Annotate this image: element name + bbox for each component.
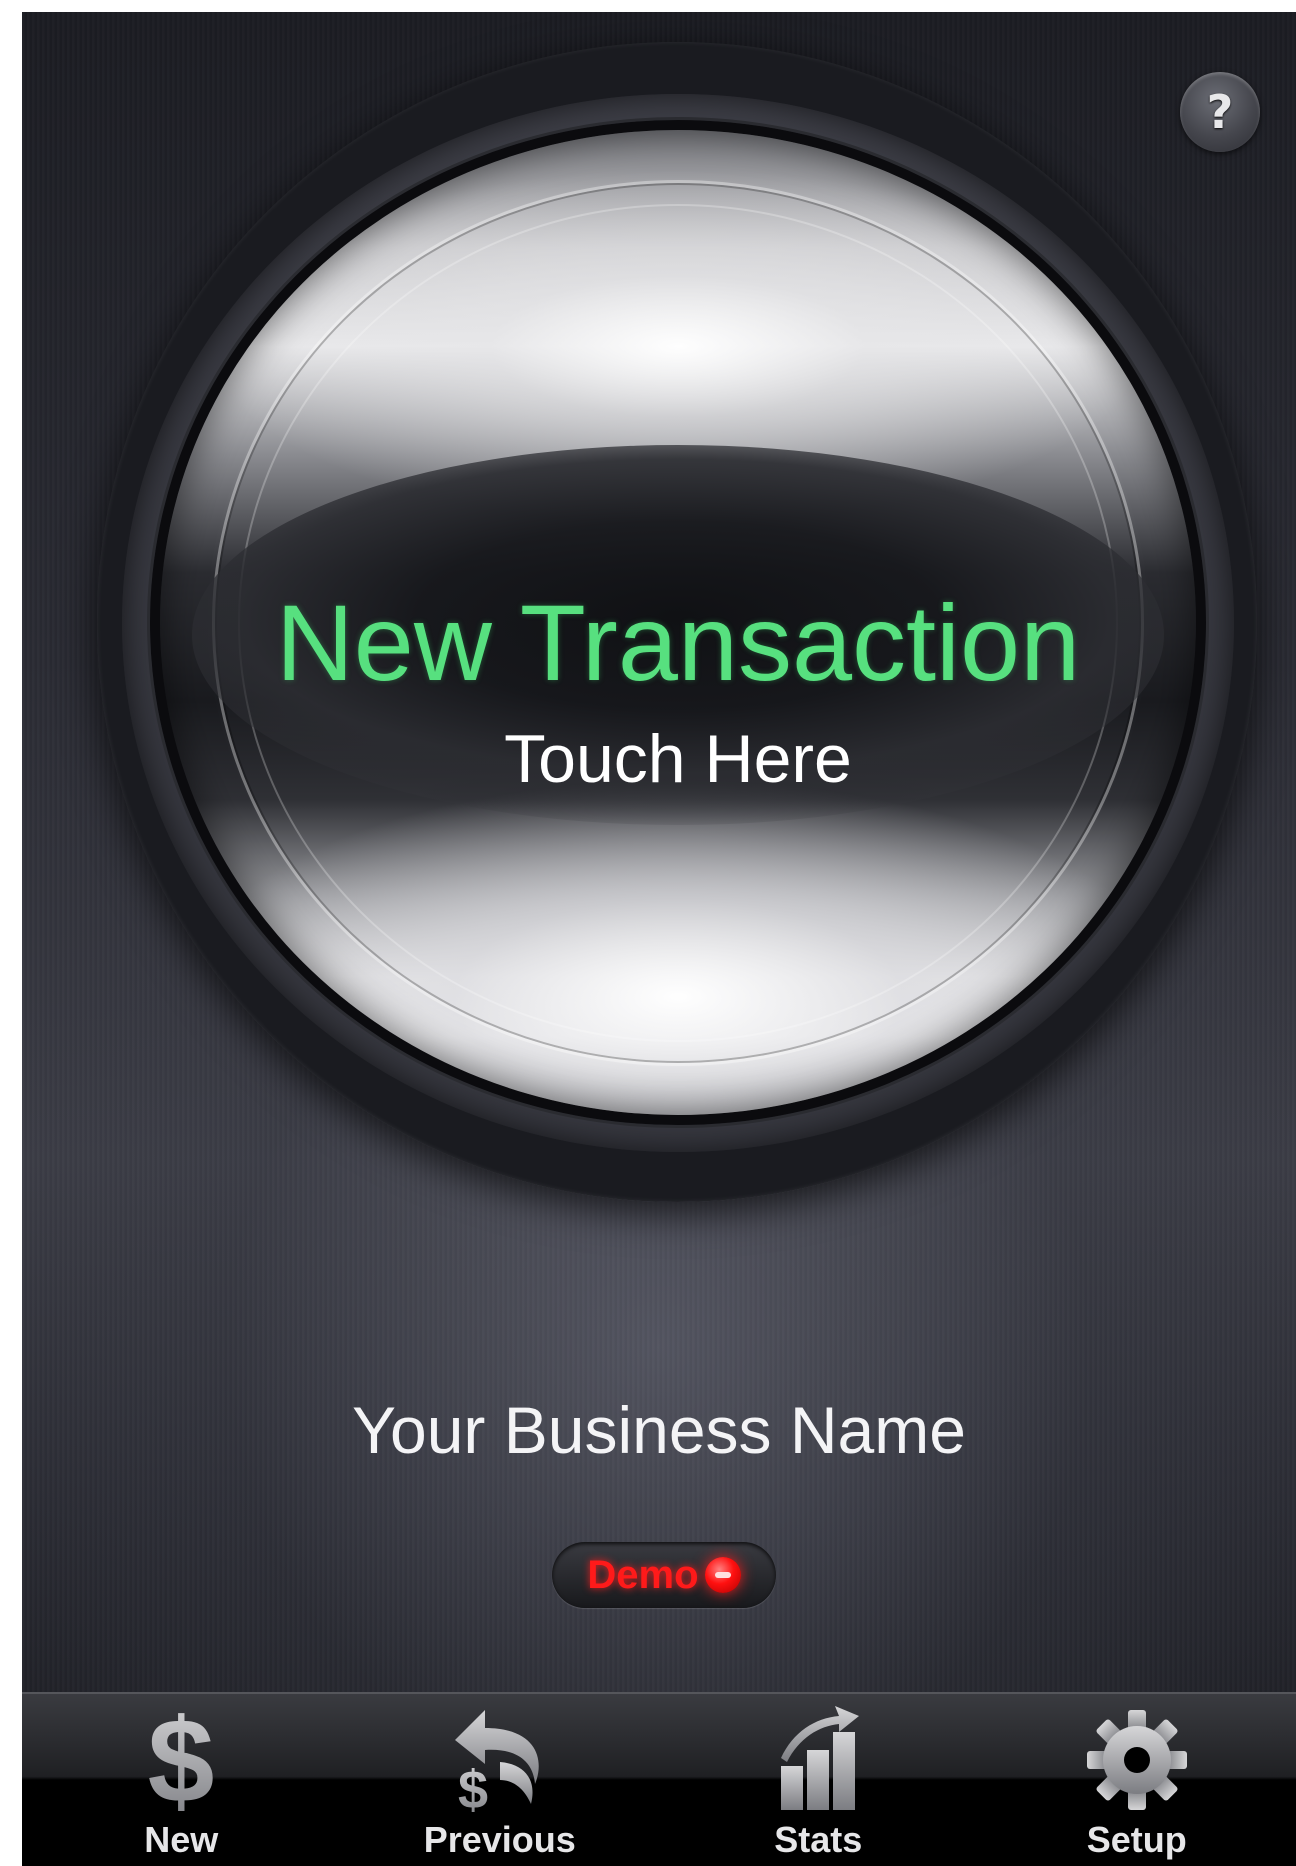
tab-setup[interactable]: Setup: [978, 1694, 1296, 1866]
new-transaction-button[interactable]: New Transaction Touch Here: [150, 120, 1206, 1125]
bar-chart-icon: [781, 1706, 860, 1810]
demo-indicator-icon: [704, 1557, 741, 1593]
screen: ? New Transaction Touch Here Your Busine…: [0, 0, 1296, 1866]
tab-bar: $ New $ Previous Stats Setup: [22, 1692, 1296, 1866]
help-icon: ?: [1206, 85, 1234, 139]
demo-label: Demo: [587, 1552, 699, 1597]
tab-stats[interactable]: Stats: [659, 1694, 978, 1866]
tab-new[interactable]: $ New: [22, 1694, 341, 1866]
help-button[interactable]: ?: [1180, 72, 1260, 152]
tab-label: Previous: [423, 1819, 576, 1860]
svg-text:$: $: [458, 1760, 488, 1812]
dollar-icon: $: [148, 1702, 215, 1812]
tab-previous[interactable]: $ Previous: [341, 1694, 660, 1866]
tab-label: Setup: [1086, 1819, 1187, 1860]
business-name: Your Business Name: [352, 1393, 966, 1467]
gear-icon: [1086, 1710, 1187, 1810]
undo-dollar-icon: $: [454, 1710, 539, 1812]
tab-label: New: [144, 1819, 219, 1860]
app-main-area: ? New Transaction Touch Here Your Busine…: [22, 12, 1296, 1866]
svg-text:$: $: [148, 1702, 215, 1812]
demo-badge[interactable]: Demo: [552, 1542, 776, 1608]
tab-label: Stats: [774, 1819, 863, 1860]
new-transaction-title: New Transaction: [275, 582, 1081, 703]
touch-here-label: Touch Here: [504, 721, 852, 797]
